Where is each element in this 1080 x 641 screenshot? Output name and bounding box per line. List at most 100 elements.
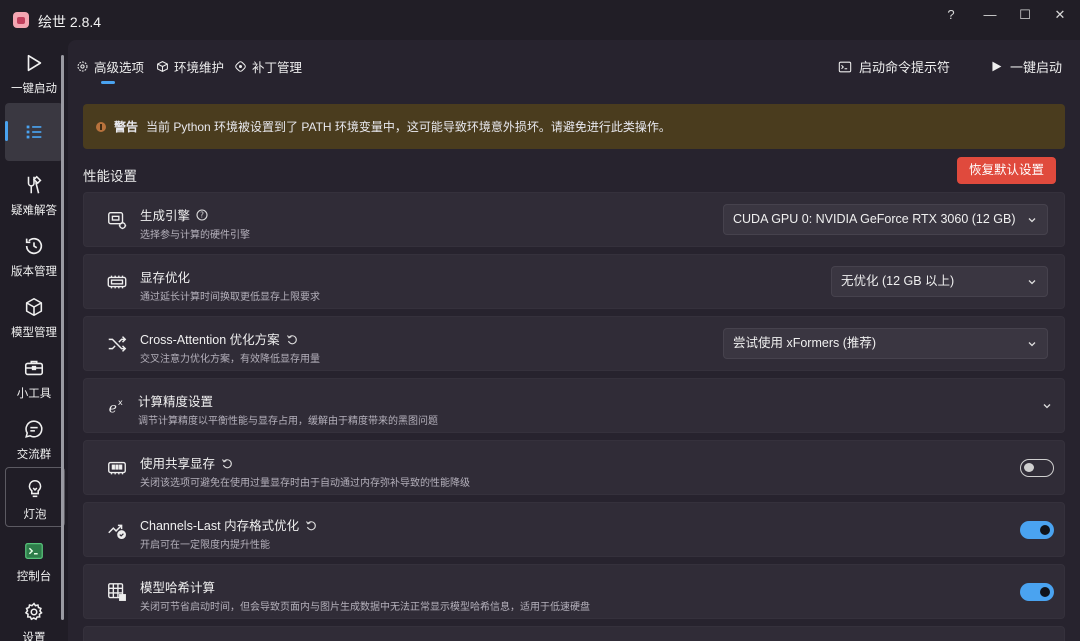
trend-icon xyxy=(108,524,126,539)
help-button[interactable]: ? xyxy=(935,5,967,25)
sidebar-item-versions[interactable]: 版本管理 xyxy=(5,225,63,283)
setting-description: 交叉注意力优化方案，有效降低显存用量 xyxy=(140,354,320,365)
sidebar-item-label: 交流群 xyxy=(16,449,52,461)
exponent-icon: ex xyxy=(109,397,123,416)
setting-title-text: Cross-Attention 优化方案 xyxy=(140,333,280,347)
svg-text:e: e xyxy=(109,400,117,416)
console-prompt-label: 启动命令提示符 xyxy=(859,60,951,75)
cross-attention-select[interactable]: 尝试使用 xFormers (推荐) xyxy=(723,328,1048,359)
active-tab-indicator xyxy=(101,81,115,84)
setting-title: 生成引擎 ? xyxy=(140,205,208,224)
svg-text:?: ? xyxy=(200,210,204,219)
section-title: 性能设置 xyxy=(83,169,137,184)
sidebar: 一键启动 疑难解答 版本管理 模型管理 小工具 交流群 灯泡 控制台 设置 xyxy=(0,40,68,641)
sidebar-item-label: 疑难解答 xyxy=(11,205,57,217)
active-indicator xyxy=(5,121,8,141)
channels-last-toggle[interactable] xyxy=(1020,521,1054,539)
history-icon xyxy=(25,237,43,255)
setting-title-text: 使用共享显存 xyxy=(140,457,216,471)
vram-select-value: 无优化 (12 GB 以上) xyxy=(841,274,955,288)
setting-title-text: 计算精度设置 xyxy=(138,395,214,409)
memory-icon xyxy=(107,275,127,289)
toggle-knob xyxy=(1040,525,1050,535)
tab-environment[interactable]: 环境维护 xyxy=(156,57,224,76)
tab-patches[interactable]: 补丁管理 xyxy=(234,57,302,76)
window-title: 绘世 2.8.4 xyxy=(38,14,102,30)
sidebar-item-advanced[interactable] xyxy=(5,103,63,161)
sidebar-item-models[interactable]: 模型管理 xyxy=(5,286,63,344)
app-window: 绘世 2.8.4 ? — ☐ ✕ 一键启动 疑难解答 版本管理 模型管理 小工具… xyxy=(0,0,1080,641)
engine-select-value: CUDA GPU 0: NVIDIA GeForce RTX 3060 (12 … xyxy=(733,212,1016,226)
restart-required-icon xyxy=(306,520,316,530)
setting-vram-optimization: 显存优化 通过延长计算时间换取更低显存上限要求 无优化 (12 GB 以上) xyxy=(83,254,1065,309)
sidebar-item-label: 模型管理 xyxy=(11,327,57,339)
shared-memory-toggle[interactable] xyxy=(1020,459,1054,477)
svg-text:x: x xyxy=(118,397,123,407)
sidebar-item-troubleshoot[interactable]: 疑难解答 xyxy=(5,164,63,222)
list-icon xyxy=(26,125,42,139)
model-hash-toggle[interactable] xyxy=(1020,583,1054,601)
console-icon xyxy=(25,543,43,559)
play-icon xyxy=(27,54,42,72)
sidebar-item-label: 版本管理 xyxy=(11,266,57,278)
setting-precision[interactable]: ex 计算精度设置 调节计算精度以平衡性能与显存占用，缓解由于精度带来的黑图问题 xyxy=(83,378,1065,433)
box-icon xyxy=(157,61,168,72)
setting-title: 计算精度设置 xyxy=(138,391,213,410)
bulb-icon xyxy=(28,479,42,498)
maximize-button[interactable]: ☐ xyxy=(1009,5,1041,25)
sidebar-item-tools[interactable]: 小工具 xyxy=(5,347,63,405)
tools-icon xyxy=(27,175,42,194)
vram-select[interactable]: 无优化 (12 GB 以上) xyxy=(831,266,1048,297)
warning-label: 警告 xyxy=(114,120,139,134)
setting-cross-attention: Cross-Attention 优化方案 交叉注意力优化方案，有效降低显存用量 … xyxy=(83,316,1065,371)
reset-defaults-button[interactable]: 恢复默认设置 xyxy=(957,157,1056,184)
shuffle-icon xyxy=(108,336,127,352)
setting-title: Channels-Last 内存格式优化 xyxy=(140,515,317,534)
sidebar-item-console[interactable]: 控制台 xyxy=(5,530,63,588)
cross-attention-select-value: 尝试使用 xFormers (推荐) xyxy=(733,336,877,350)
warning-banner: 警告 当前 Python 环境被设置到了 PATH 环境变量中，这可能导致环境意… xyxy=(83,104,1065,149)
ram-icon xyxy=(108,461,126,475)
sidebar-scrollbar[interactable] xyxy=(61,55,64,620)
setting-model-hash: 模型哈希计算 关闭可节省启动时间，但会导致页面内与图片生成数据中无法正常显示模型… xyxy=(83,564,1065,619)
toggle-knob xyxy=(1024,463,1034,472)
table-icon xyxy=(108,583,126,601)
app-logo-icon xyxy=(13,12,29,28)
gear-icon xyxy=(24,602,43,621)
sidebar-item-settings[interactable]: 设置 xyxy=(5,591,63,641)
setting-title: 使用共享显存 xyxy=(140,453,233,472)
sidebar-item-label: 小工具 xyxy=(16,388,52,400)
cube-icon xyxy=(25,297,43,317)
chevron-down-icon xyxy=(1028,218,1036,223)
setting-generation-engine: 生成引擎 ? 选择参与计算的硬件引擎 CUDA GPU 0: NVIDIA Ge… xyxy=(83,192,1065,247)
setting-description: 调节计算精度以平衡性能与显存占用，缓解由于精度带来的黑图问题 xyxy=(138,416,438,427)
sidebar-item-launch[interactable]: 一键启动 xyxy=(5,42,63,100)
toolbox-icon xyxy=(24,360,44,376)
restart-required-icon xyxy=(222,458,232,468)
terminal-icon xyxy=(838,61,852,72)
setting-next-partial xyxy=(83,626,1065,641)
close-button[interactable]: ✕ xyxy=(1044,5,1076,25)
launch-button[interactable]: 一键启动 xyxy=(990,57,1062,76)
chevron-down-icon xyxy=(1028,280,1036,285)
sidebar-item-label: 灯泡 xyxy=(23,509,47,521)
setting-channels-last: Channels-Last 内存格式优化 开启可在一定限度内提升性能 xyxy=(83,502,1065,557)
help-icon[interactable]: ? xyxy=(196,208,208,221)
setting-title: 显存优化 xyxy=(140,267,190,286)
tab-label: 补丁管理 xyxy=(252,61,303,75)
console-prompt-button[interactable]: 启动命令提示符 xyxy=(838,57,950,76)
tab-bar: 高级选项 环境维护 补丁管理 启动命令提示符 一键启动 xyxy=(68,40,1080,90)
tab-advanced[interactable]: 高级选项 xyxy=(76,57,144,76)
engine-select[interactable]: CUDA GPU 0: NVIDIA GeForce RTX 3060 (12 … xyxy=(723,204,1048,235)
setting-description: 选择参与计算的硬件引擎 xyxy=(140,230,250,241)
minimize-button[interactable]: — xyxy=(974,5,1006,25)
tab-label: 环境维护 xyxy=(174,61,225,75)
chevron-down-icon[interactable] xyxy=(1042,401,1052,411)
setting-title: 模型哈希计算 xyxy=(140,577,215,596)
setting-description: 通过延长计算时间换取更低显存上限要求 xyxy=(140,292,320,303)
setting-title-text: 模型哈希计算 xyxy=(140,581,216,595)
patch-icon xyxy=(235,61,246,72)
sidebar-item-bulb[interactable]: 灯泡 xyxy=(5,467,65,527)
sidebar-item-community[interactable]: 交流群 xyxy=(5,408,63,466)
warning-icon xyxy=(96,121,106,132)
